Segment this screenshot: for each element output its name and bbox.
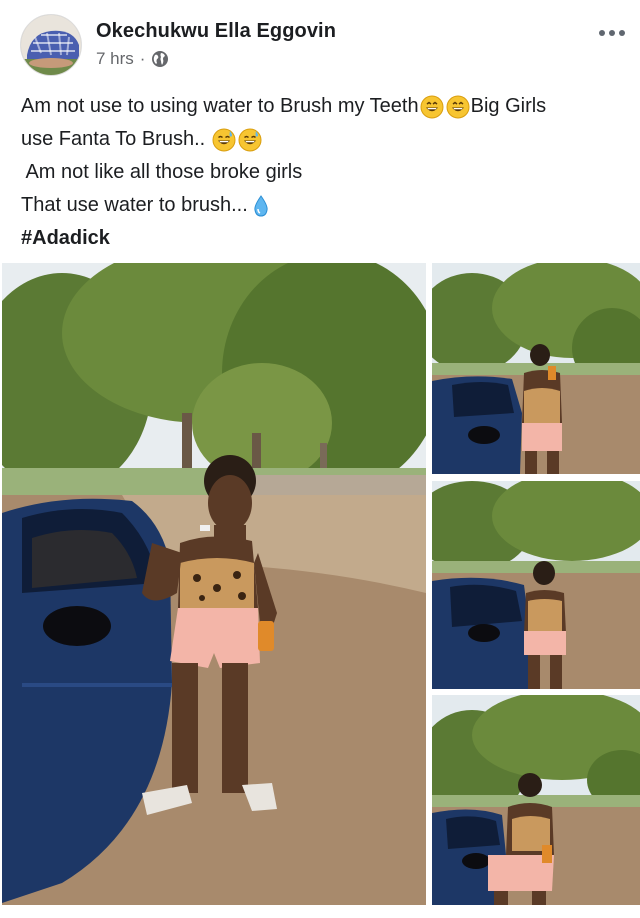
more-options-icon — [599, 30, 605, 36]
avatar-image — [21, 15, 81, 75]
grinning-face-icon — [420, 95, 444, 119]
post-line-5: #Adadick — [21, 222, 631, 255]
post-line-1: Am not use to using water to Brush my Te… — [21, 95, 547, 119]
droplet-icon — [249, 194, 273, 218]
photo-2[interactable] — [432, 481, 640, 689]
post-time[interactable]: 7 hrs — [96, 49, 134, 69]
more-options-button[interactable] — [596, 22, 628, 44]
post-line-2: use Fanta To Brush.. — [21, 123, 631, 156]
photo-grid — [0, 263, 640, 918]
photo-main[interactable] — [2, 263, 426, 905]
photo-image — [432, 695, 640, 905]
avatar[interactable] — [20, 14, 82, 76]
meta-separator: · — [139, 49, 146, 68]
hashtag-link[interactable]: #Adadick — [21, 222, 110, 255]
author-name[interactable]: Okechukwu Ella Eggovin — [96, 20, 336, 43]
photo-image — [2, 263, 426, 905]
grinning-face-icon — [446, 95, 470, 119]
photo-1[interactable] — [432, 263, 640, 474]
post-meta: 7 hrs · — [96, 49, 169, 69]
post-line-4: That use water to brush... — [21, 189, 631, 222]
post-text: Am not use to using water to Brush my Te… — [21, 90, 631, 255]
post-header: Okechukwu Ella Eggovin 7 hrs · — [0, 0, 640, 82]
photo-image — [432, 263, 640, 474]
photo-image — [432, 481, 640, 689]
photo-3[interactable] — [432, 695, 640, 905]
globe-icon[interactable] — [151, 50, 169, 68]
sweat-smile-face-icon — [238, 128, 262, 152]
sweat-smile-face-icon — [212, 128, 236, 152]
post-line-3: Am not like all those broke girls — [21, 161, 303, 183]
